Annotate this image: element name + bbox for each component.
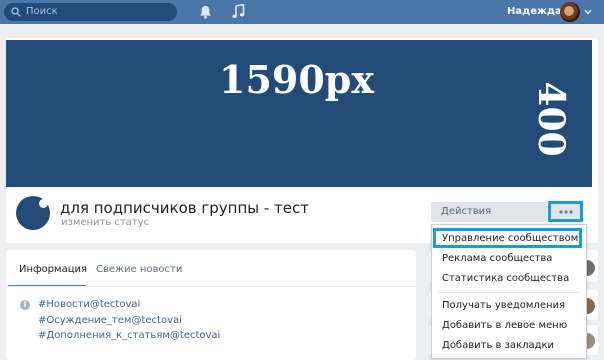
menu-separator <box>438 292 580 293</box>
more-dots-icon <box>559 210 573 214</box>
menu-item-highlight <box>433 228 582 248</box>
hashtag-link[interactable]: #Осуждение_тем@tectovai <box>38 314 182 328</box>
menu-item-add-left-menu[interactable]: Добавить в левое меню <box>442 319 567 333</box>
search-placeholder: Поиск <box>26 6 58 17</box>
group-title: для подписчиков группы - тест <box>60 199 310 217</box>
actions-button-label: Действия <box>441 206 492 217</box>
menu-item-community-stats[interactable]: Статистика сообщества <box>442 272 569 286</box>
user-avatar[interactable] <box>560 2 580 22</box>
menu-item-add-bookmarks[interactable]: Добавить в закладки <box>442 339 554 353</box>
music-icon[interactable] <box>232 4 245 19</box>
hashtag-link[interactable]: #Новости@tectovai <box>38 298 140 312</box>
tab-fresh-news[interactable]: Свежие новости <box>96 263 182 277</box>
avatar-notch <box>39 199 48 208</box>
more-button[interactable] <box>548 201 583 222</box>
cover-width-label: 1590px <box>219 57 374 102</box>
bell-icon[interactable] <box>199 5 212 19</box>
cover-height-label: 400 <box>530 81 572 157</box>
user-name[interactable]: Надежда <box>507 5 562 19</box>
menu-item-notifications[interactable]: Получать уведомления <box>442 299 565 313</box>
tabs-divider <box>6 286 416 287</box>
actions-button[interactable]: Действия <box>431 202 547 222</box>
search-input[interactable]: Поиск <box>4 3 177 21</box>
menu-item-community-ads[interactable]: Реклама сообщества <box>442 252 552 266</box>
hashtag-link[interactable]: #Дополнения_к_статьям@tectovai <box>38 329 220 343</box>
chevron-down-icon[interactable] <box>584 9 592 15</box>
edit-status-link[interactable]: изменить статус <box>61 217 149 229</box>
search-icon <box>11 7 21 17</box>
info-icon: i <box>20 300 30 310</box>
tab-information[interactable]: Информация <box>19 263 87 277</box>
